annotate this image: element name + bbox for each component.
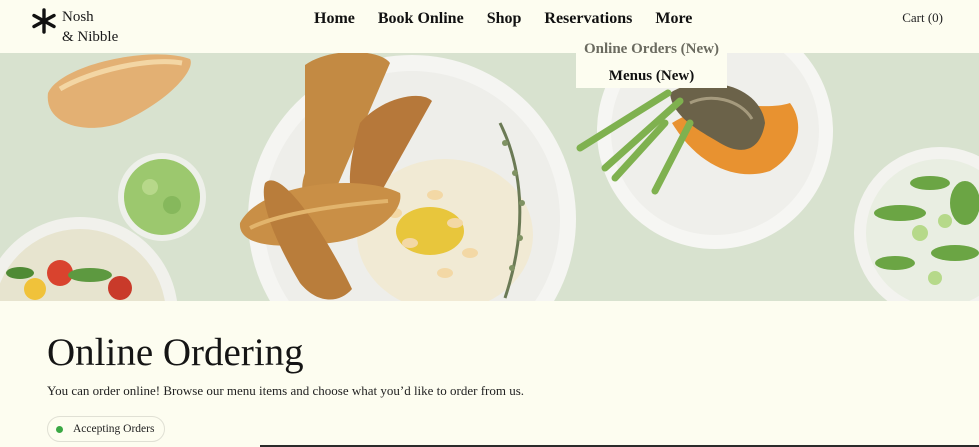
dropdown-item-menus[interactable]: Menus (New) [576,67,727,85]
main-nav: Home Book Online Shop Reservations More [314,9,715,29]
cart-link[interactable]: Cart (0) [902,10,943,26]
logo[interactable]: Nosh & Nibble [32,7,118,47]
nav-reservations[interactable]: Reservations [544,9,632,29]
nav-shop[interactable]: Shop [487,9,522,29]
main-content: Online Ordering You can order online! Br… [47,331,524,442]
more-dropdown-menu: Online Orders (New) Menus (New) [576,37,727,88]
site-header: Nosh & Nibble Home Book Online Shop Rese… [0,0,979,53]
food-spread-illustration [0,53,979,301]
status-badge-label: Accepting Orders [73,423,155,435]
asterisk-logo-icon [32,8,56,34]
brand-name: Nosh & Nibble [62,7,118,47]
hero-banner-image [0,53,979,301]
nav-book-online[interactable]: Book Online [378,9,464,29]
page-description: You can order online! Browse our menu it… [47,383,525,398]
brand-line-1: Nosh [62,9,94,25]
page-title: Online Ordering [47,331,304,374]
nav-home[interactable]: Home [314,9,355,29]
brand-line-2: & Nibble [62,29,119,45]
nav-more[interactable]: More [655,9,692,29]
status-badge: Accepting Orders [47,416,166,442]
dropdown-item-online-orders[interactable]: Online Orders (New) [576,40,727,58]
status-dot-icon [56,425,63,433]
green-dip-bowl-image [118,153,206,241]
